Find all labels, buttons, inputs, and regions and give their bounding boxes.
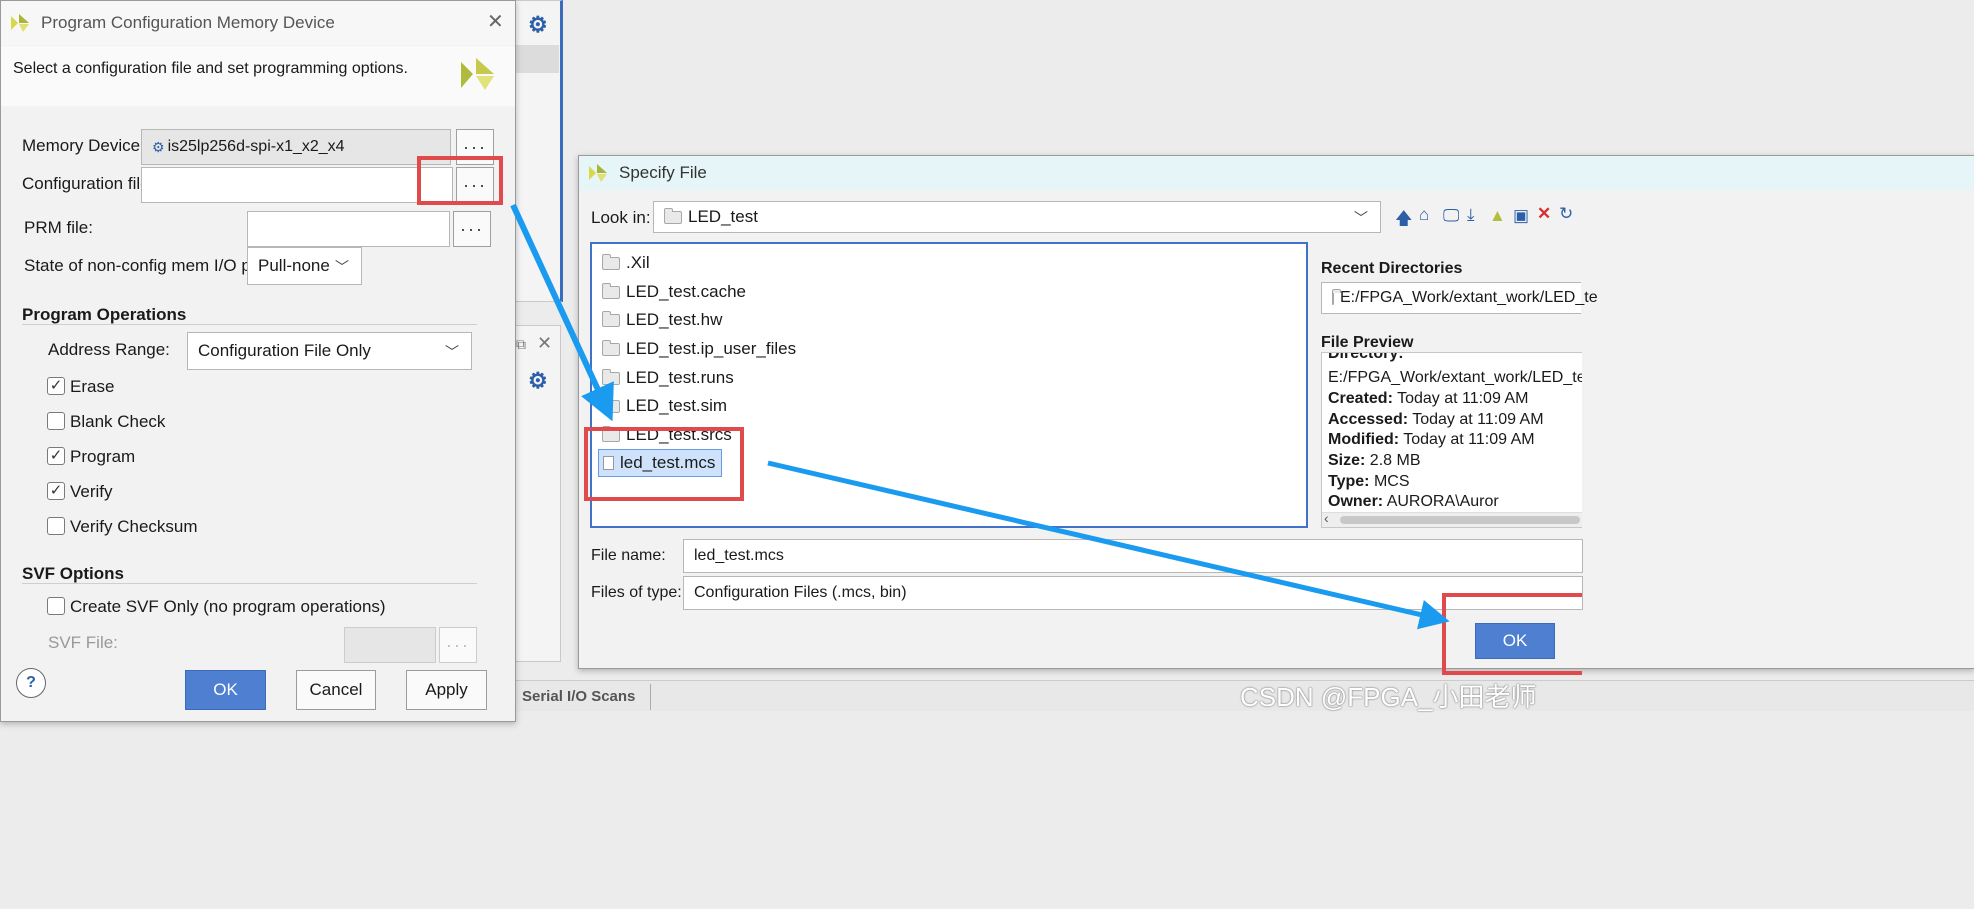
arrow-to-file-list — [510, 203, 614, 422]
annotation-arrows — [510, 203, 1450, 630]
arrow-to-ok-button — [767, 460, 1450, 630]
watermark: CSDN @FPGA_小田老师 — [1240, 682, 1537, 712]
